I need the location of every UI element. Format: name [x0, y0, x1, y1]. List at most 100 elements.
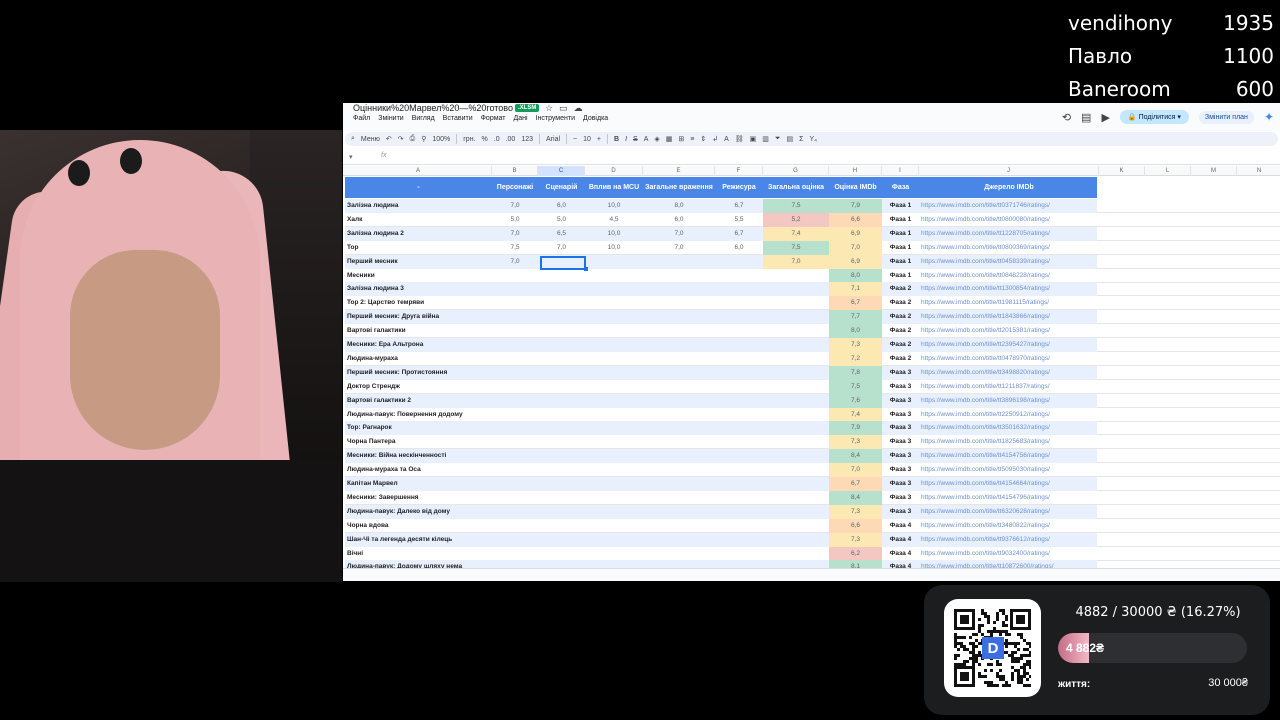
header-cell[interactable]: - — [345, 177, 492, 198]
header-cell[interactable]: Персонажі — [492, 177, 538, 198]
table-cell[interactable]: 7,0 — [643, 227, 715, 241]
header-cell[interactable]: Оцінка IMDb — [829, 177, 882, 198]
table-cell[interactable] — [538, 519, 585, 533]
table-cell[interactable]: Перший месник — [345, 255, 492, 269]
table-cell[interactable]: Залізна людина — [345, 199, 492, 213]
column-header[interactable]: H — [829, 166, 882, 176]
table-cell[interactable]: Тор: Рагнарок — [345, 421, 492, 435]
table-cell[interactable] — [643, 519, 715, 533]
table-cell[interactable] — [763, 533, 829, 547]
table-cell[interactable]: Капітан Марвел — [345, 477, 492, 491]
table-cell[interactable]: 8,0 — [829, 268, 882, 283]
table-cell[interactable]: Залізна людина 3 — [345, 282, 492, 296]
comment-add-icon[interactable]: ▣ — [750, 135, 757, 143]
table-cell[interactable] — [585, 352, 643, 366]
table-cell[interactable] — [643, 269, 715, 283]
table-cell[interactable] — [492, 477, 538, 491]
table-cell[interactable] — [585, 477, 643, 491]
table-cell[interactable] — [585, 366, 643, 380]
zoom-select[interactable]: 100% — [432, 136, 450, 143]
table-cell[interactable] — [492, 449, 538, 463]
font-size-increase[interactable]: + — [597, 136, 601, 143]
table-cell[interactable] — [763, 338, 829, 352]
imdb-link-cell[interactable]: https://www.imdb.com/title/tt0800080/rat… — [919, 213, 1099, 227]
table-cell[interactable]: 7,3 — [829, 504, 882, 519]
decimal-decrease[interactable]: .0 — [494, 136, 500, 143]
table-cell[interactable]: Фаза 1 — [882, 241, 919, 255]
gemini-icon[interactable]: ✦ — [1264, 110, 1274, 124]
table-cell[interactable] — [643, 463, 715, 477]
column-header[interactable]: G — [763, 166, 829, 176]
table-cell[interactable]: 7,9 — [829, 421, 882, 436]
table-cell[interactable]: 6,7 — [715, 199, 763, 213]
paint-format-icon[interactable]: ⚲ — [421, 135, 426, 143]
table-cell[interactable] — [492, 463, 538, 477]
table-cell[interactable] — [492, 269, 538, 283]
table-cell[interactable] — [585, 491, 643, 505]
table-cell[interactable]: Фаза 2 — [882, 296, 919, 310]
table-cell[interactable] — [585, 282, 643, 296]
table-cell[interactable]: 7,9 — [829, 199, 882, 213]
table-cell[interactable] — [585, 519, 643, 533]
table-cell[interactable] — [585, 296, 643, 310]
imdb-link-cell[interactable]: https://www.imdb.com/title/tt1228705/rat… — [919, 227, 1099, 241]
table-cell[interactable]: 5,2 — [763, 212, 829, 227]
table-cell[interactable]: Перший месник: Протистояння — [345, 366, 492, 380]
table-cell[interactable] — [715, 408, 763, 422]
table-cell[interactable]: 8,4 — [829, 449, 882, 464]
star-icon[interactable]: ☆ — [545, 103, 559, 113]
table-cell[interactable]: 7,0 — [829, 240, 882, 255]
table-cell[interactable]: 7,0 — [763, 254, 829, 269]
table-cell[interactable]: Вартові галактики 2 — [345, 394, 492, 408]
italic-button[interactable]: I — [625, 136, 627, 143]
table-cell[interactable] — [538, 324, 585, 338]
table-cell[interactable]: Доктор Стрендж — [345, 380, 492, 394]
table-cell[interactable]: Чорна вдова — [345, 519, 492, 533]
table-cell[interactable] — [763, 282, 829, 296]
table-cell[interactable] — [763, 435, 829, 449]
table-cell[interactable] — [492, 394, 538, 408]
table-cell[interactable] — [585, 533, 643, 547]
cloud-icon[interactable]: ☁ — [574, 103, 589, 113]
table-cell[interactable]: 6,6 — [829, 212, 882, 227]
input-tools-icon[interactable]: Y₄ — [809, 136, 817, 143]
column-header[interactable]: B — [492, 166, 538, 176]
name-box[interactable]: ▾ — [349, 153, 369, 161]
bold-button[interactable]: B — [614, 136, 619, 143]
table-cell[interactable] — [715, 255, 763, 269]
table-cell[interactable]: 5,0 — [538, 213, 585, 227]
imdb-link-cell[interactable]: https://www.imdb.com/title/tt0848228/rat… — [919, 269, 1099, 283]
table-cell[interactable] — [538, 477, 585, 491]
table-cell[interactable]: 10,0 — [585, 227, 643, 241]
table-cell[interactable]: 7,0 — [829, 463, 882, 478]
table-cell[interactable] — [538, 269, 585, 283]
table-cell[interactable] — [763, 296, 829, 310]
rotate-icon[interactable]: A — [724, 136, 729, 143]
column-header[interactable]: L — [1145, 166, 1191, 176]
table-cell[interactable] — [585, 505, 643, 519]
column-header[interactable]: I — [882, 166, 919, 176]
table-cell[interactable] — [715, 547, 763, 561]
table-cell[interactable] — [715, 296, 763, 310]
table-cell[interactable]: Людина-павук: Повернення додому — [345, 408, 492, 422]
table-cell[interactable] — [538, 310, 585, 324]
table-cell[interactable] — [492, 491, 538, 505]
imdb-link-cell[interactable]: https://www.imdb.com/title/tt2250912/rat… — [919, 408, 1099, 422]
table-cell[interactable] — [538, 282, 585, 296]
table-cell[interactable]: Фаза 4 — [882, 533, 919, 547]
table-cell[interactable] — [715, 477, 763, 491]
table-cell[interactable] — [643, 435, 715, 449]
table-cell[interactable]: 5,0 — [492, 213, 538, 227]
imdb-link-cell[interactable]: https://www.imdb.com/title/tt2395427/rat… — [919, 338, 1099, 352]
table-cell[interactable] — [763, 310, 829, 324]
table-cell[interactable]: Фаза 3 — [882, 491, 919, 505]
table-cell[interactable] — [538, 394, 585, 408]
table-cell[interactable] — [763, 421, 829, 435]
table-cell[interactable] — [492, 310, 538, 324]
table-cell[interactable]: Фаза 1 — [882, 227, 919, 241]
header-cell[interactable]: Вплив на MCU — [585, 177, 643, 198]
functions-icon[interactable]: Σ — [799, 136, 803, 143]
fill-color-icon[interactable]: ◈ — [654, 135, 659, 143]
table-cell[interactable]: Залізна людина 2 — [345, 227, 492, 241]
table-cell[interactable]: 7,7 — [829, 310, 882, 325]
